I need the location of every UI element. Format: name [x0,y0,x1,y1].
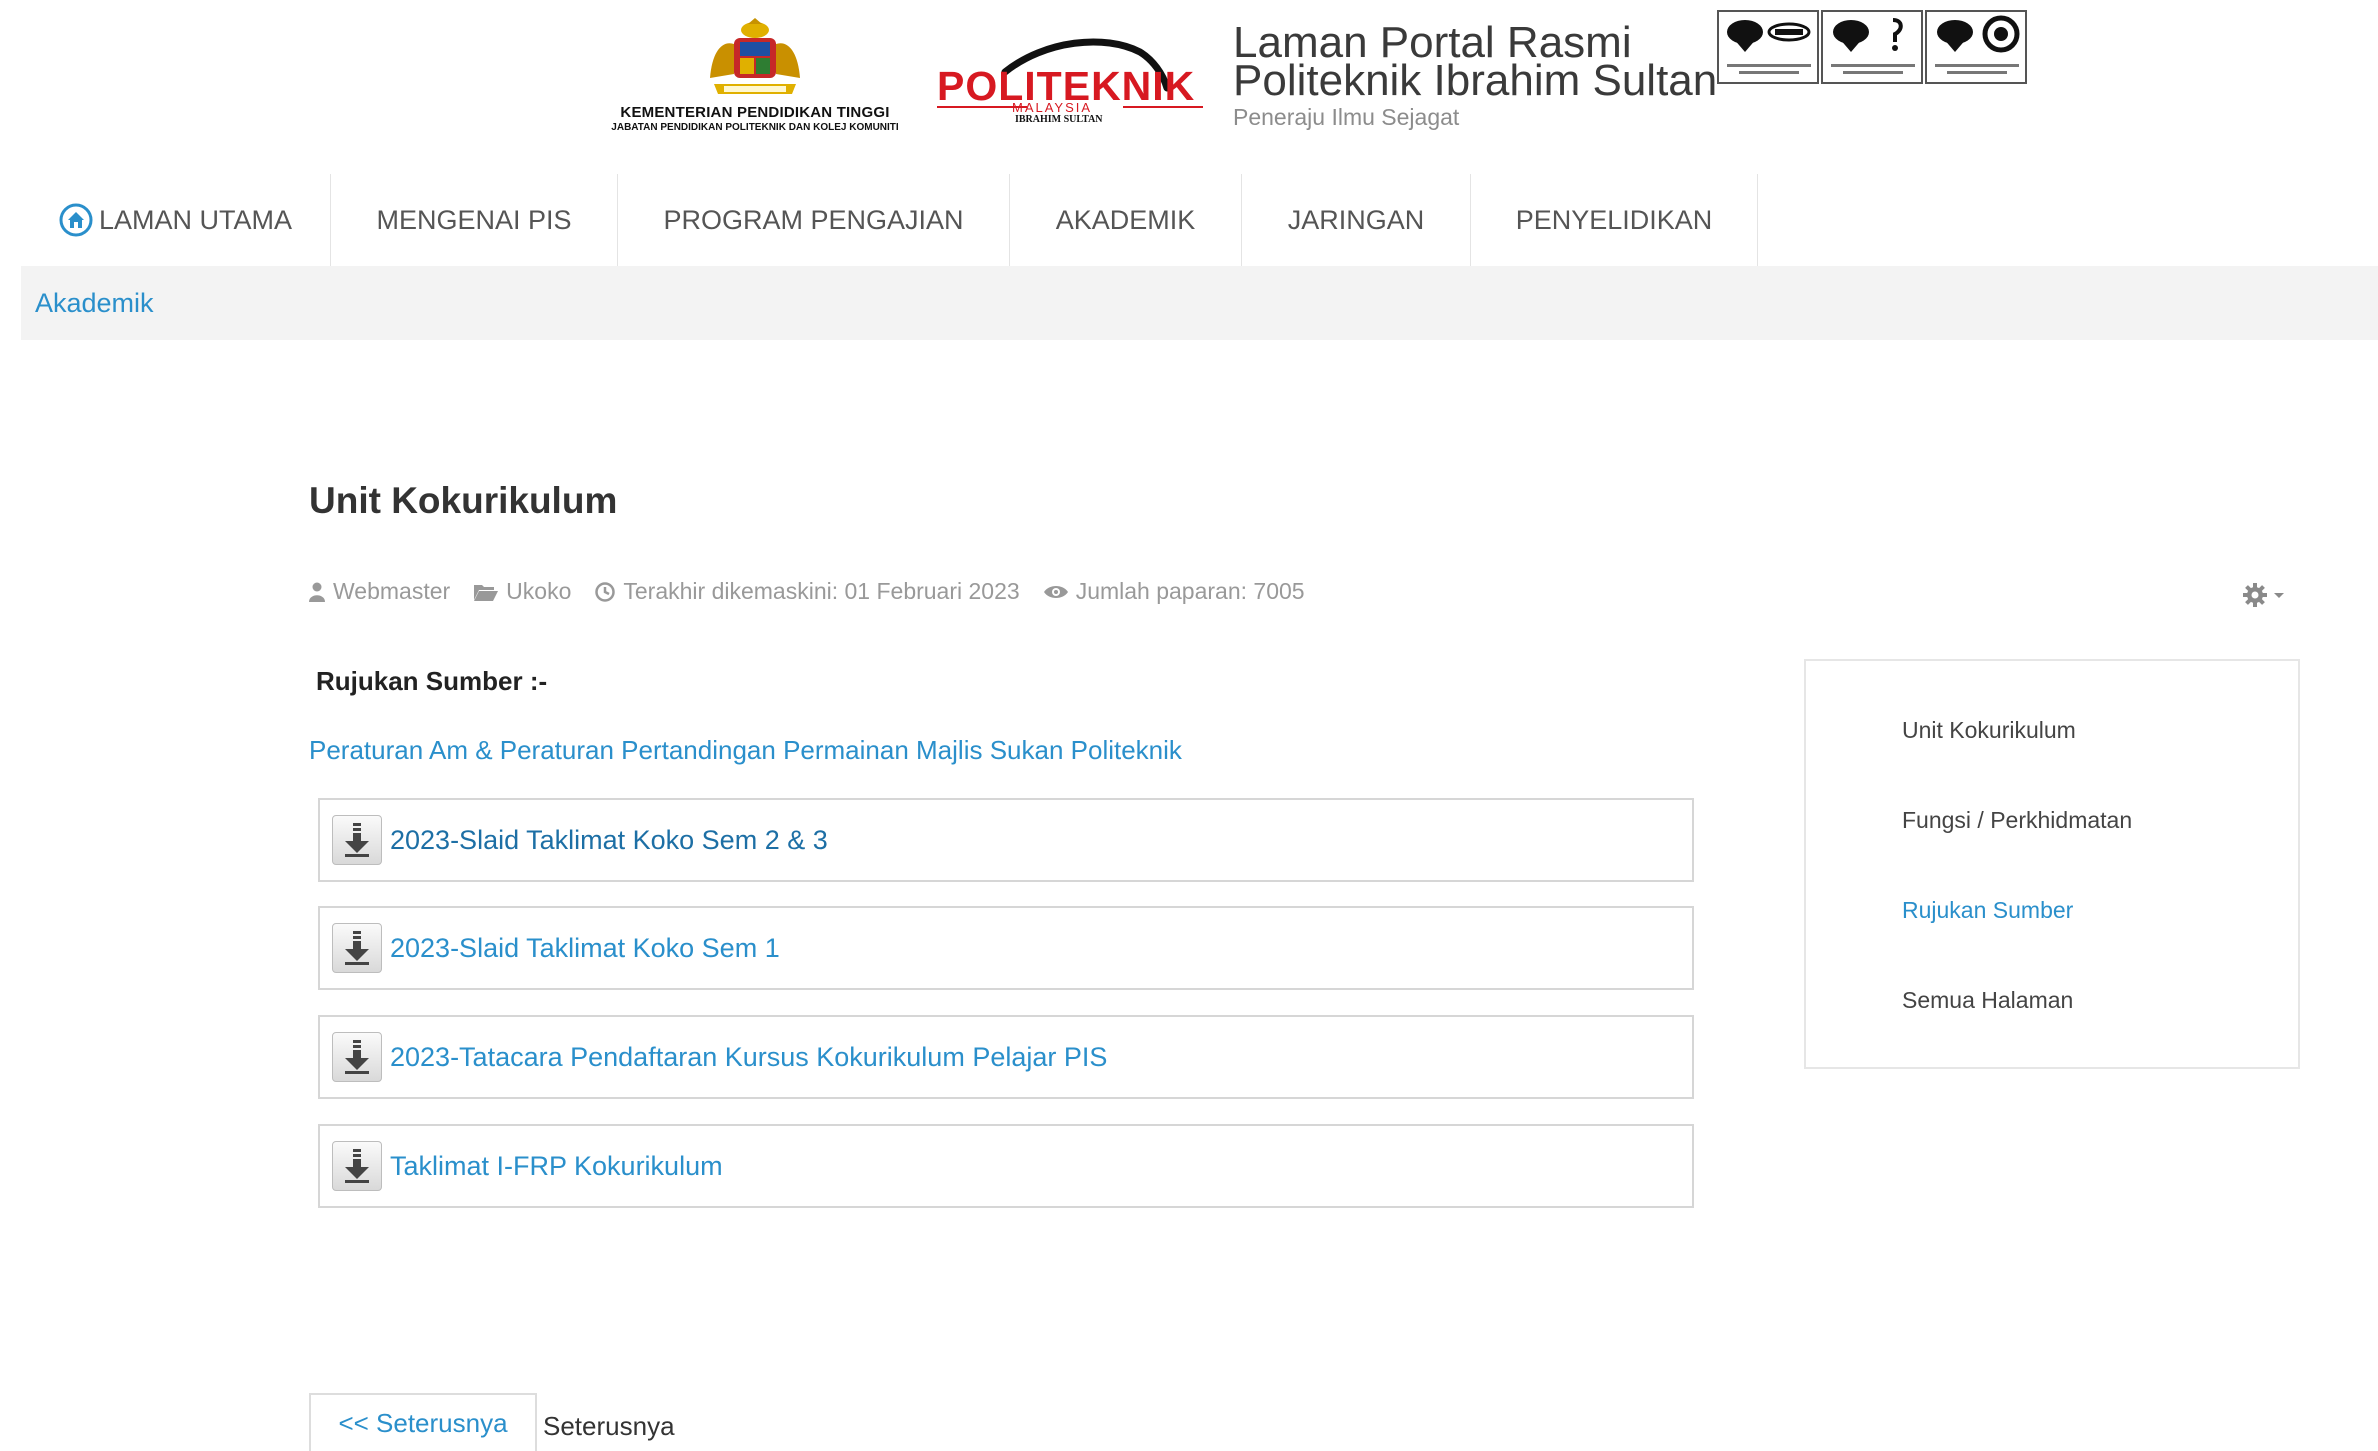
site-title[interactable]: Laman Portal Rasmi Politeknik Ibrahim Su… [1233,21,1718,131]
download-title[interactable]: 2023-Slaid Taklimat Koko Sem 2 & 3 [390,825,828,856]
article-info: Webmaster Ukoko Terakhir dikemaskini: 01… [309,578,1329,605]
article-tools-dropdown[interactable] [2242,582,2286,608]
politeknik-campus: IBRAHIM SULTAN [1015,114,1103,125]
article-author: Webmaster [309,578,450,605]
home-icon [59,203,93,237]
download-icon [345,1040,369,1074]
nav-item-mengenai-pis[interactable]: MENGENAI PIS [331,174,618,266]
user-icon [309,582,325,602]
author-name: Webmaster [333,578,451,604]
download-item[interactable]: 2023-Slaid Taklimat Koko Sem 1 [318,906,1694,990]
politeknik-subtitle: MALAYSIA [1012,100,1093,115]
nav-item-laman-utama[interactable]: LAMAN UTAMA [21,174,331,266]
nav-label: JARINGAN [1287,204,1425,235]
download-button[interactable] [332,923,382,973]
certification-badge-3 [1925,10,2027,84]
pager-previous-button[interactable]: << Seterusnya [309,1393,537,1451]
download-button[interactable] [332,1141,382,1191]
modified-date: Terakhir dikemaskini: 01 Februari 2023 [623,578,1020,604]
nav-label: MENGENAI PIS [376,204,572,235]
department-name: JABATAN PENDIDIKAN POLITEKNIK DAN KOLEJ … [611,122,899,133]
download-button[interactable] [332,815,382,865]
side-item-rujukan-sumber[interactable]: Rujukan Sumber [1902,897,2073,924]
category-name[interactable]: Ukoko [506,578,571,605]
ministry-name: KEMENTERIAN PENDIDIKAN TINGGI [620,104,890,121]
pager-next-label: Seterusnya [543,1411,675,1441]
site-tagline: Peneraju Ilmu Sejagat [1233,104,1460,130]
eye-icon [1043,585,1068,598]
gear-icon [2243,583,2267,607]
certification-mark-icon [1727,20,1811,74]
certification-badge-1 [1717,10,1819,84]
nav-label: AKADEMIK [1055,204,1196,235]
article-index-menu: Unit Kokurikulum Fungsi / Perkhidmatan R… [1804,659,2300,1069]
site-title-line2: Politeknik Ibrahim Sultan [1233,56,1718,105]
article-modified: Terakhir dikemaskini: 01 Februari 2023 [595,578,1020,605]
folder-open-icon [474,584,499,601]
download-item[interactable]: Taklimat I-FRP Kokurikulum [318,1124,1694,1208]
certification-logos [1717,10,2027,84]
hit-count: Jumlah paparan: 7005 [1075,578,1305,604]
nav-label: PROGRAM PENGAJIAN [663,204,964,235]
download-icon [345,823,369,857]
rules-document-link[interactable]: Peraturan Am & Peraturan Pertandingan Pe… [309,735,1182,766]
section-heading: Rujukan Sumber :- [316,666,548,696]
side-item-unit-kokurikulum[interactable]: Unit Kokurikulum [1902,717,2076,744]
breadcrumb-link-akademik[interactable]: Akademik [35,288,154,319]
nav-item-program-pengajian[interactable]: PROGRAM PENGAJIAN [618,174,1010,266]
download-icon [345,931,369,965]
side-item-fungsi-perkhidmatan[interactable]: Fungsi / Perkhidmatan [1902,807,2132,834]
download-button[interactable] [332,1032,382,1082]
nav-label: PENYELIDIKAN [1515,204,1713,235]
nav-item-akademik[interactable]: AKADEMIK [1010,174,1242,266]
caret-down-icon [2274,593,2284,598]
nav-item-penyelidikan[interactable]: PENYELIDIKAN [1471,174,1758,266]
download-icon [345,1149,369,1183]
malaysia-crest-icon [710,18,800,94]
side-item-semua-halaman[interactable]: Semua Halaman [1902,987,2073,1014]
breadcrumb: Akademik [21,266,2378,340]
download-title[interactable]: 2023-Tatacara Pendaftaran Kursus Kokurik… [390,1042,1107,1073]
article-hits: Jumlah paparan: 7005 [1043,578,1305,605]
certification-badge-2 [1821,10,1923,84]
site-header: KEMENTERIAN PENDIDIKAN TINGGI JABATAN PE… [0,0,2378,170]
main-navigation: LAMAN UTAMA MENGENAI PIS PROGRAM PENGAJI… [21,174,1758,266]
nav-item-jaringan[interactable]: JARINGAN [1242,174,1471,266]
certification-mark-icon [1935,15,2020,74]
download-title[interactable]: Taklimat I-FRP Kokurikulum [390,1151,723,1182]
page-title: Unit Kokurikulum [309,480,618,521]
ministry-logo[interactable]: KEMENTERIAN PENDIDIKAN TINGGI JABATAN PE… [575,18,935,138]
article-category: Ukoko [474,578,571,605]
certification-mark-icon [1831,18,1915,74]
download-title[interactable]: 2023-Slaid Taklimat Koko Sem 1 [390,933,780,964]
nav-label: LAMAN UTAMA [98,204,293,235]
download-item[interactable]: 2023-Tatacara Pendaftaran Kursus Kokurik… [318,1015,1694,1099]
clock-icon [595,581,616,602]
download-item[interactable]: 2023-Slaid Taklimat Koko Sem 2 & 3 [318,798,1694,882]
